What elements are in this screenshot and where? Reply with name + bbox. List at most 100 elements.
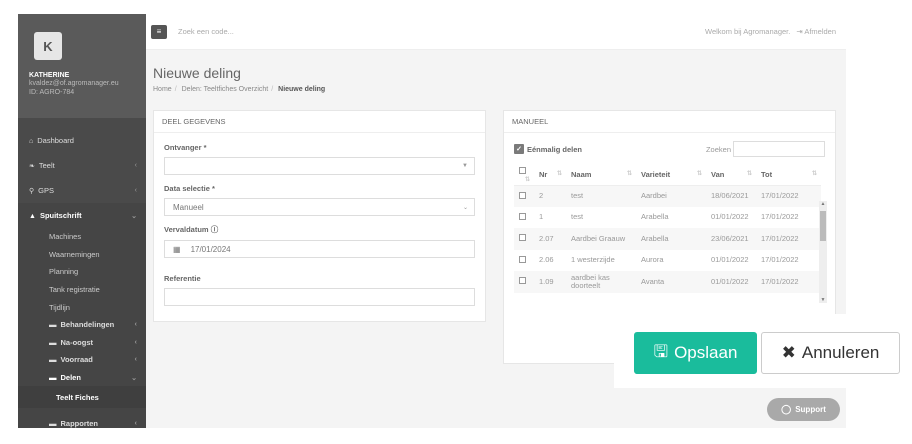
chevron-left-icon: ‹ <box>134 187 137 194</box>
user-id: ID: AGRO-784 <box>29 89 75 96</box>
sidebar-item-dashboard[interactable]: ⌂ Dashboard <box>18 128 146 153</box>
leaf-icon: ❧ <box>29 163 35 170</box>
ontvanger-label: Ontvanger * <box>164 143 207 152</box>
folder-icon: ▬ <box>49 418 57 428</box>
breadcrumb-overview[interactable]: Delen: Teeltfiches Overzicht <box>182 86 269 93</box>
chevron-down-icon: ⌄ <box>462 204 468 211</box>
table-search: Zoeken <box>706 141 825 157</box>
breadcrumb-current: Nieuwe deling <box>278 86 326 93</box>
floppy-disk-icon: 🖫 <box>653 341 669 361</box>
scroll-down-icon[interactable]: ▼ <box>819 297 827 303</box>
topbar: ≡ Zoek een code... Welkom bij Agromanage… <box>146 14 846 50</box>
data-selectie-label: Data selectie * <box>164 184 215 193</box>
hamburger-icon: ≡ <box>156 27 162 36</box>
referentie-input[interactable] <box>164 288 475 306</box>
vervaldatum-input[interactable]: ▦ 17/01/2024 <box>164 240 475 258</box>
select-all-header[interactable]: ⇅ <box>514 165 534 186</box>
checkbox[interactable] <box>519 166 526 174</box>
menu-toggle-button[interactable]: ≡ <box>151 24 167 39</box>
table-row[interactable]: 1 test Arabella 01/01/2022 17/01/2022 <box>514 207 821 229</box>
table-row[interactable]: 2.06 1 westerzijde Aurora 01/01/2022 17/… <box>514 250 821 272</box>
panel-title: MANUEEL <box>504 111 835 133</box>
data-selectie-select[interactable]: Manueel ⌄ <box>164 198 475 216</box>
calendar-icon: ▦ <box>173 244 181 254</box>
check-icon: ✓ <box>514 144 524 154</box>
folder-icon: ▬ <box>49 355 57 365</box>
avatar[interactable]: K <box>34 32 62 60</box>
form-actions: 🖫 Opslaan ✖ Annuleren <box>614 314 912 388</box>
sidebar-item-spuitschrift[interactable]: ▲ Spuitschrift ⌄ <box>18 203 146 228</box>
folder-icon: ▬ <box>49 337 57 347</box>
sort-icon: ⇅ <box>524 176 530 183</box>
column-header-naam[interactable]: Naam ⇅ <box>566 165 636 186</box>
table-scrollbar[interactable]: ▲ ▼ <box>819 201 827 303</box>
sidebar-item-waarnemingen[interactable]: Waarnemingen <box>18 246 146 264</box>
table-row[interactable]: 2 test Aardbei 18/06/2021 17/01/2022 <box>514 185 821 207</box>
sort-icon: ⇅ <box>746 171 752 178</box>
sidebar: K KATHERINE kvaldez@of.agromanager.eu ID… <box>18 14 146 428</box>
vervaldatum-label: Vervaldatum ⓘ <box>164 225 219 234</box>
row-checkbox[interactable] <box>519 191 526 199</box>
column-header-varieteit[interactable]: Varieteit ⇅ <box>636 165 706 186</box>
sidebar-item-tank-registratie[interactable]: Tank registratie <box>18 281 146 299</box>
info-icon[interactable]: ⓘ <box>211 225 219 234</box>
page-title: Nieuwe deling <box>153 65 241 81</box>
sidebar-item-delen[interactable]: ▬ Delen ⌄ <box>18 369 146 387</box>
logout-link[interactable]: ⇥ Afmelden <box>796 27 836 36</box>
sidebar-item-teelt-fiches[interactable]: Teelt Fiches <box>18 386 146 409</box>
chevron-left-icon: ‹ <box>134 356 137 364</box>
save-button[interactable]: 🖫 Opslaan <box>634 332 757 374</box>
sidebar-item-label: Spuitschrift <box>39 211 82 220</box>
chevron-left-icon: ‹ <box>134 419 137 427</box>
column-header-nr[interactable]: Nr ⇅ <box>534 165 566 186</box>
row-checkbox[interactable] <box>519 234 526 242</box>
column-header-van[interactable]: Van ⇅ <box>706 165 756 186</box>
sidebar-header: K KATHERINE kvaldez@of.agromanager.eu ID… <box>18 14 146 118</box>
sidebar-item-teelt[interactable]: ❧ Teelt ‹ <box>18 153 146 178</box>
breadcrumb: Home / Delen: Teeltfiches Overzicht / Nieu… <box>153 86 326 93</box>
panel-title: DEEL GEGEVENS <box>154 111 485 133</box>
sidebar-item-voorraad[interactable]: ▬ Voorraad ‹ <box>18 351 146 369</box>
sidebar-item-behandelingen[interactable]: ▬ Behandelingen ‹ <box>18 316 146 334</box>
row-checkbox[interactable] <box>519 255 526 263</box>
sidebar-item-tijdlijn[interactable]: Tijdlijn <box>18 298 146 316</box>
table-row[interactable]: 2.07 Aardbei Graauw Arabella 23/06/2021 … <box>514 228 821 250</box>
chat-bubble-icon: ◯ <box>781 404 792 414</box>
code-search-input[interactable]: Zoek een code... <box>178 27 705 36</box>
sidebar-item-label: GPS <box>38 186 54 195</box>
sidebar-item-rapporten[interactable]: ▬ Rapporten ‹ <box>18 414 146 428</box>
sort-icon: ⇅ <box>626 171 632 178</box>
sidebar-item-machines[interactable]: Machines <box>18 228 146 246</box>
fiches-table: ⇅ Nr ⇅ Naam ⇅ Varieteit ⇅ Van ⇅ Tot ⇅ 2 test … <box>514 165 821 293</box>
chevron-down-icon: ⌄ <box>131 212 137 220</box>
chevron-left-icon: ‹ <box>134 162 137 169</box>
deel-gegevens-panel: DEEL GEGEVENS Ontvanger * ▼ Data selecti… <box>153 110 486 322</box>
cancel-button[interactable]: ✖ Annuleren <box>761 332 900 374</box>
chevron-down-icon: ⌄ <box>131 374 137 382</box>
close-icon: ✖ <box>781 343 796 362</box>
spray-icon: ▲ <box>29 213 36 220</box>
support-button[interactable]: ◯ Support <box>767 398 840 421</box>
table-row[interactable]: 1.09 aardbei kas doorteelt Avanta 01/01/… <box>514 271 821 293</box>
welcome-text: Welkom bij Agromanager. <box>705 27 791 36</box>
folder-open-icon: ▬ <box>49 373 57 383</box>
breadcrumb-home[interactable]: Home <box>153 86 172 93</box>
row-checkbox[interactable] <box>519 212 526 220</box>
sidebar-item-gps[interactable]: ⚲ GPS ‹ <box>18 178 146 203</box>
sort-icon: ⇅ <box>811 171 817 178</box>
scroll-up-icon[interactable]: ▲ <box>819 201 827 207</box>
column-header-tot[interactable]: Tot ⇅ <box>756 165 821 186</box>
scrollbar-thumb[interactable] <box>820 211 826 241</box>
referentie-label: Referentie <box>164 274 201 283</box>
folder-icon: ▬ <box>49 320 57 330</box>
sidebar-item-planning[interactable]: Planning <box>18 263 146 281</box>
sidebar-nav: ⌂ Dashboard ❧ Teelt ‹ ⚲ GPS ‹ ▲ Spuitschrift… <box>18 118 146 428</box>
user-name: KATHERINE <box>29 72 70 79</box>
table-search-input[interactable] <box>733 141 825 157</box>
user-email: kvaldez@of.agromanager.eu <box>29 80 119 87</box>
row-checkbox[interactable] <box>519 277 526 285</box>
ontvanger-select[interactable]: ▼ <box>164 157 475 175</box>
sidebar-item-na-oogst[interactable]: ▬ Na-oogst ‹ <box>18 334 146 352</box>
eenmalig-checkbox[interactable]: ✓ Eénmalig delen <box>514 144 582 154</box>
home-icon: ⌂ <box>29 138 34 145</box>
